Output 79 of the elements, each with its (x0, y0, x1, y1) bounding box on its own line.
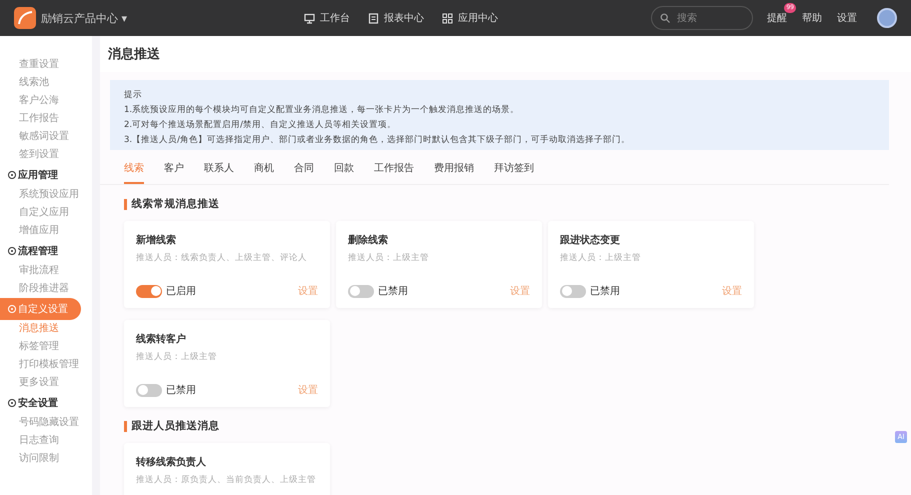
header-link[interactable]: 设置 (837, 13, 857, 24)
nav-link[interactable]: 报表中心 (368, 11, 424, 25)
monitor-icon (304, 12, 315, 24)
section-title: 线索常规消息推送 (132, 197, 220, 211)
sidebar-group[interactable]: 应用管理 (0, 164, 81, 186)
search-input[interactable]: 搜索 (675, 12, 739, 24)
section-title: 跟进人员推送消息 (132, 419, 220, 433)
toggle-switch[interactable] (348, 284, 374, 298)
sidebar-group[interactable]: 自定义设置 (0, 298, 81, 320)
tab[interactable]: 线索 (124, 161, 144, 184)
brand-name[interactable]: 励销云产品中心 ▾ (41, 10, 128, 26)
status-label: 已禁用 (590, 284, 620, 298)
card-title: 线索转客户 (136, 332, 187, 346)
sidebar-item[interactable]: 审批流程 (0, 262, 92, 280)
page-title: 消息推送 (100, 36, 911, 72)
sidebar-item[interactable]: 阶段推进器 (0, 280, 92, 298)
settings-link[interactable]: 设置 (298, 383, 318, 397)
sidebar-group[interactable]: 流程管理 (0, 240, 81, 262)
sidebar-item[interactable]: 消息推送 (0, 320, 92, 338)
tab[interactable]: 联系人 (204, 161, 234, 184)
settings-link[interactable]: 设置 (510, 284, 530, 298)
tab[interactable]: 回款 (334, 161, 354, 184)
tip-text: 2.可对每个推送场景配置启用/禁用、自定义推送人员等相关设置项。 (124, 119, 397, 131)
toggle-switch[interactable] (136, 384, 162, 396)
card-title: 跟进状态变更 (560, 233, 621, 247)
document-icon (368, 12, 379, 24)
tab[interactable]: 商机 (254, 161, 274, 184)
sidebar-item[interactable]: 客户公海 (0, 92, 92, 110)
tab[interactable]: 合同 (294, 161, 314, 184)
sidebar-item[interactable]: 自定义应用 (0, 204, 92, 222)
sidebar-item[interactable]: 查重设置 (0, 56, 92, 74)
grid-icon (442, 12, 453, 24)
sidebar-group[interactable]: 安全设置 (0, 392, 81, 414)
sidebar-item[interactable]: 工作报告 (0, 110, 92, 128)
sidebar-item[interactable]: 日志查询 (0, 432, 92, 450)
card-title: 删除线索 (348, 234, 389, 247)
tip-text: 3.【推送人员/角色】可选择指定用户、部门或者业务数据的角色，选择部门时默认包含其下级子部门，可手动取消选择子部门。 (124, 134, 631, 146)
nav-link[interactable]: 工作台 (304, 11, 350, 25)
header-link[interactable]: 帮助 (802, 13, 822, 24)
recipients-text: 推送人员：上级主管 (348, 252, 430, 265)
sidebar-item[interactable]: 更多设置 (0, 374, 92, 392)
sidebar-item[interactable]: 号码隐藏设置 (0, 414, 92, 432)
sidebar-item[interactable]: 签到设置 (0, 146, 92, 164)
logo-icon (14, 7, 36, 29)
recipients-text: 推送人员：线索负责人、上级主管、评论人 (136, 252, 308, 265)
sidebar-item[interactable]: 增值应用 (0, 222, 92, 240)
toggle-switch[interactable] (136, 284, 162, 298)
circle-dot-icon (8, 305, 16, 313)
tab[interactable]: 拜访签到 (494, 161, 534, 184)
settings-link[interactable]: 设置 (298, 284, 318, 298)
status-label: 已启用 (166, 284, 196, 298)
tab[interactable]: 费用报销 (434, 161, 474, 184)
status-label: 已禁用 (166, 384, 196, 397)
sidebar-item[interactable]: 线索池 (0, 74, 92, 92)
nav-link[interactable]: 应用中心 (442, 11, 498, 25)
avatar[interactable] (877, 8, 897, 28)
circle-dot-icon (8, 399, 16, 407)
circle-dot-icon (8, 247, 16, 255)
sidebar-item[interactable]: 标签管理 (0, 338, 92, 356)
tip-title: 提示 (124, 89, 143, 101)
tip-text: 1.系统预设应用的每个模块均可自定义配置业务消息推送，每一张卡片为一个触发消息推送的场景。 (124, 104, 520, 116)
recipients-text: 推送人员：上级主管 (560, 252, 642, 265)
search-field[interactable]: 搜索 (651, 6, 753, 30)
tab[interactable]: 工作报告 (374, 161, 414, 184)
toggle-switch[interactable] (560, 284, 586, 298)
settings-link[interactable]: 设置 (722, 284, 742, 298)
sidebar-item[interactable]: 访问限制 (0, 450, 92, 468)
recipients-text: 推送人员：原负责人、当前负责人、上级主管 (136, 474, 317, 487)
card-title: 新增线索 (136, 233, 177, 247)
search-icon (660, 13, 670, 23)
tab[interactable]: 客户 (164, 161, 184, 184)
circle-dot-icon (8, 171, 16, 179)
recipients-text: 推送人员：上级主管 (136, 351, 218, 364)
status-label: 已禁用 (378, 284, 408, 298)
sidebar-item[interactable]: 系统预设应用 (0, 186, 92, 204)
sidebar-item[interactable]: 打印模板管理 (0, 356, 92, 374)
header-link[interactable]: 提醒 (767, 13, 787, 24)
card-title: 转移线索负责人 (136, 456, 207, 469)
sidebar-item[interactable]: 敏感词设置 (0, 128, 92, 146)
